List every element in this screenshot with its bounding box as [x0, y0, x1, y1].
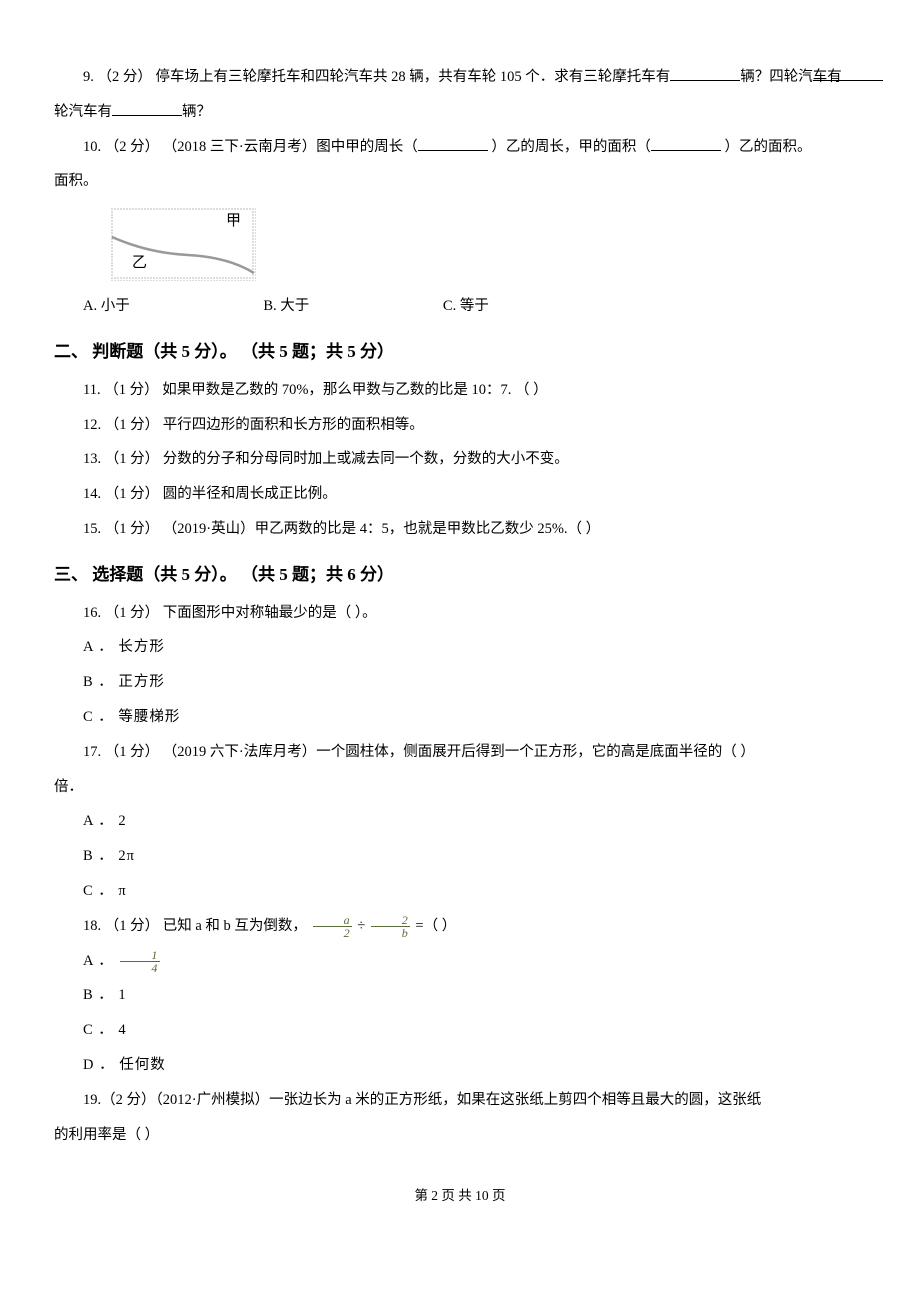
- q10-opt-c[interactable]: C. 等于: [443, 298, 489, 314]
- q18-a-pre: A ．: [83, 953, 118, 969]
- q10-line2: 面积。: [54, 164, 866, 199]
- q9-text-a: 9. （2 分） 停车场上有三轮摩托车和四轮汽车共 28 辆，共有车轮 105 …: [83, 69, 670, 85]
- q18-stem-a: 18. （1 分） 已知 a 和 b 互为倒数，: [83, 918, 311, 934]
- q16-opt-c[interactable]: C ． 等腰梯形: [54, 700, 866, 735]
- q10-opt-b[interactable]: B. 大于: [263, 298, 309, 314]
- question-16-stem: 16. （1 分） 下面图形中对称轴最少的是（ ）。: [54, 596, 866, 631]
- q18-opt-a[interactable]: A ． 14: [54, 944, 866, 979]
- q17-opt-a[interactable]: A ． 2: [54, 804, 866, 839]
- q17-opt-c[interactable]: C ． π: [54, 874, 866, 909]
- page-content: 9. （2 分） 停车场上有三轮摩托车和四轮汽车共 28 辆，共有车轮 105 …: [0, 0, 920, 1235]
- q17-stem-a: 17. （1 分） （2019 六下·法库月考）一个圆柱体，侧面展开后得到一个正…: [83, 744, 755, 760]
- page-footer: 第 2 页 共 10 页: [54, 1188, 866, 1204]
- q10-text-a: 10. （2 分） （2018 三下·云南月考）图中甲的周长（: [83, 139, 418, 155]
- q18-opt-d[interactable]: D ． 任何数: [54, 1048, 866, 1083]
- q9-line2: 轮汽车有 辆？: [54, 95, 866, 130]
- question-15: 15. （1 分） （2019·英山）甲乙两数的比是 4：5，也就是甲数比乙数少…: [54, 512, 866, 547]
- question-19-stem: 19.（2 分）（2012·广州模拟）一张边长为 a 米的正方形纸，如果在这张纸…: [54, 1083, 866, 1118]
- q19-stem-b: 的利用率是（ ）: [54, 1118, 866, 1153]
- fraction-icon: 2b: [371, 914, 410, 939]
- q18-opt-c[interactable]: C ． 4: [54, 1013, 866, 1048]
- question-18-stem: 18. （1 分） 已知 a 和 b 互为倒数， a2 ÷ 2b =（ ）: [54, 909, 866, 944]
- blank-input[interactable]: [112, 100, 182, 116]
- q18-opt-b[interactable]: B ． 1: [54, 978, 866, 1013]
- question-14: 14. （1 分） 圆的半径和周长成正比例。: [54, 477, 866, 512]
- question-17-stem: 17. （1 分） （2019 六下·法库月考）一个圆柱体，侧面展开后得到一个正…: [54, 735, 866, 770]
- section-2-heading: 二、 判断题（共 5 分）。 （共 5 题；共 5 分）: [54, 332, 866, 373]
- fig-label-a: 甲: [226, 213, 241, 229]
- q18-stem-b: =（ ）: [415, 918, 456, 934]
- question-12: 12. （1 分） 平行四边形的面积和长方形的面积相等。: [54, 408, 866, 443]
- q18-div: ÷: [357, 918, 369, 934]
- rectangle-diagram-icon: 甲 乙: [108, 205, 258, 283]
- q16-opt-a[interactable]: A ． 长方形: [54, 630, 866, 665]
- q10-text-b: ）乙的周长，甲的面积（: [488, 139, 651, 155]
- question-11: 11. （1 分） 如果甲数是乙数的 70%，那么甲数与乙数的比是 10：7. …: [54, 373, 866, 408]
- q9-cont: 轮汽车有: [54, 104, 112, 120]
- q17-opt-b[interactable]: B ． 2π: [54, 839, 866, 874]
- q10-opt-a[interactable]: A. 小于: [83, 298, 130, 314]
- section-3-heading: 三、 选择题（共 5 分）。 （共 5 题；共 6 分）: [54, 555, 866, 596]
- q16-opt-b[interactable]: B ． 正方形: [54, 665, 866, 700]
- fraction-icon: a2: [313, 914, 352, 939]
- q9-text-c: 辆？: [182, 104, 211, 120]
- question-10: 10. （2 分） （2018 三下·云南月考）图中甲的周长（ ）乙的周长，甲的…: [54, 130, 866, 165]
- q10-text-c: ）乙的面积。: [721, 139, 812, 155]
- blank-input[interactable]: [670, 66, 740, 82]
- question-9: 9. （2 分） 停车场上有三轮摩托车和四轮汽车共 28 辆，共有车轮 105 …: [54, 60, 866, 95]
- q19-stem-a: 19.（2 分）（2012·广州模拟）一张边长为 a 米的正方形纸，如果在这张纸…: [83, 1092, 761, 1108]
- blank-input[interactable]: [418, 135, 488, 151]
- q10-options: A. 小于 B. 大于 C. 等于: [54, 289, 866, 324]
- fig-label-b: 乙: [132, 255, 147, 271]
- blank-input[interactable]: [651, 135, 721, 151]
- blank-input[interactable]: [813, 66, 883, 82]
- q10-figure: 甲 乙: [108, 205, 258, 283]
- question-13: 13. （1 分） 分数的分子和分母同时加上或减去同一个数，分数的大小不变。: [54, 442, 866, 477]
- fraction-icon: 14: [120, 949, 160, 974]
- q17-stem-b: 倍．: [54, 770, 866, 805]
